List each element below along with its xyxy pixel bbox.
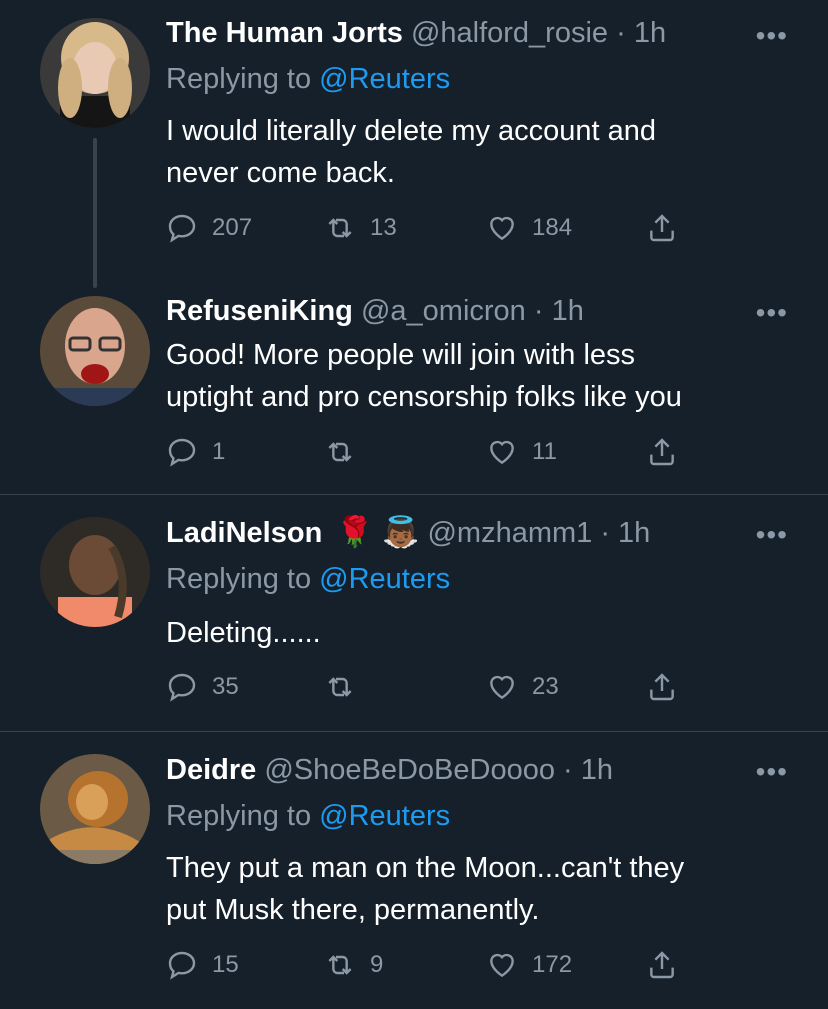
more-icon[interactable]: ••• bbox=[756, 299, 788, 327]
username[interactable]: @ShoeBeDoBeDoooo bbox=[264, 754, 555, 786]
like-count: 184 bbox=[532, 214, 573, 241]
more-icon[interactable]: ••• bbox=[756, 521, 788, 549]
username[interactable]: @halford_rosie bbox=[411, 17, 608, 49]
share-icon bbox=[650, 438, 674, 466]
timestamp[interactable]: · 1h bbox=[600, 517, 650, 549]
display-name[interactable]: RefuseniKing bbox=[166, 295, 353, 327]
retweet-count: 13 bbox=[370, 214, 397, 241]
tweet-header: LadiNelson 🌹 👼🏾 @mzhamm1 · 1h bbox=[166, 515, 650, 551]
reply-icon bbox=[168, 438, 196, 467]
more-icon[interactable]: ••• bbox=[756, 22, 788, 50]
tweet-actions: 207 13 184 bbox=[166, 210, 766, 246]
tweet-text-line: never come back. bbox=[166, 157, 395, 189]
reply-button[interactable]: 15 bbox=[166, 947, 239, 983]
replying-to-handle[interactable]: @Reuters bbox=[319, 563, 450, 595]
tweet-text-line: Deleting...... bbox=[166, 617, 321, 649]
retweet-icon bbox=[328, 955, 352, 975]
reply-count: 15 bbox=[212, 951, 239, 978]
reply-count: 207 bbox=[212, 214, 253, 241]
replying-to-label: Replying to bbox=[166, 563, 312, 595]
reply-count: 35 bbox=[212, 673, 239, 700]
avatar[interactable] bbox=[40, 18, 150, 128]
share-button[interactable] bbox=[646, 210, 692, 246]
like-icon bbox=[490, 216, 514, 241]
share-icon bbox=[650, 673, 674, 701]
retweet-button[interactable]: 13 bbox=[324, 210, 397, 246]
retweet-icon bbox=[328, 677, 352, 697]
timestamp[interactable]: · 1h bbox=[563, 754, 613, 786]
like-icon bbox=[490, 675, 514, 700]
tweet-actions: 1 11 bbox=[166, 434, 766, 470]
retweet-icon bbox=[328, 442, 352, 462]
like-icon bbox=[490, 440, 514, 465]
avatar[interactable] bbox=[40, 754, 150, 864]
tweet-actions: 35 23 bbox=[166, 669, 766, 705]
like-icon bbox=[490, 953, 514, 978]
tweet-text: They put a man on the Moon...can't they … bbox=[166, 847, 786, 931]
tweet-2[interactable]: RefuseniKing @a_omicron · 1h ••• Good! M… bbox=[0, 290, 828, 493]
like-button[interactable]: 11 bbox=[486, 434, 557, 470]
like-count: 23 bbox=[532, 673, 559, 700]
like-button[interactable]: 184 bbox=[486, 210, 572, 246]
tweet-3[interactable]: LadiNelson 🌹 👼🏾 @mzhamm1 · 1h ••• Replyi… bbox=[0, 495, 828, 730]
like-button[interactable]: 172 bbox=[486, 947, 572, 983]
tweet-4[interactable]: Deidre @ShoeBeDoBeDoooo · 1h ••• Replyin… bbox=[0, 732, 828, 1009]
retweet-button[interactable] bbox=[324, 434, 370, 470]
replying-to: Replying to @Reuters bbox=[166, 61, 450, 97]
replying-to: Replying to @Reuters bbox=[166, 798, 450, 834]
share-button[interactable] bbox=[646, 669, 692, 705]
tweet-actions: 15 9 172 bbox=[166, 947, 766, 983]
display-name[interactable]: LadiNelson bbox=[166, 517, 322, 549]
tweet-1[interactable]: The Human Jorts @halford_rosie · 1h ••• … bbox=[0, 0, 828, 300]
like-button[interactable]: 23 bbox=[486, 669, 559, 705]
timestamp[interactable]: · 1h bbox=[616, 17, 666, 49]
username[interactable]: @a_omicron bbox=[361, 295, 526, 327]
timestamp[interactable]: · 1h bbox=[534, 295, 584, 327]
reply-button[interactable]: 35 bbox=[166, 669, 239, 705]
like-count: 11 bbox=[532, 438, 557, 465]
tweet-header: RefuseniKing @a_omicron · 1h bbox=[166, 293, 584, 329]
replying-to: Replying to @Reuters bbox=[166, 561, 450, 597]
share-icon bbox=[650, 951, 674, 979]
like-count: 172 bbox=[532, 951, 573, 978]
share-icon bbox=[650, 214, 674, 242]
display-name[interactable]: The Human Jorts bbox=[166, 17, 403, 49]
replying-to-handle[interactable]: @Reuters bbox=[319, 63, 450, 95]
replying-to-label: Replying to bbox=[166, 63, 312, 95]
more-icon[interactable]: ••• bbox=[756, 758, 788, 786]
share-button[interactable] bbox=[646, 434, 692, 470]
tweet-text: I would literally delete my account and … bbox=[166, 110, 786, 194]
tweet-header: The Human Jorts @halford_rosie · 1h bbox=[166, 15, 666, 51]
retweet-button[interactable]: 9 bbox=[324, 947, 383, 983]
tweet-text-line: uptight and pro censorship folks like yo… bbox=[166, 381, 682, 413]
avatar[interactable] bbox=[40, 296, 150, 406]
thread-line bbox=[93, 138, 97, 288]
replying-to-label: Replying to bbox=[166, 800, 312, 832]
name-emoji: 🌹 👼🏾 bbox=[336, 516, 420, 549]
tweet-text: Deleting...... bbox=[166, 612, 786, 654]
reply-button[interactable]: 207 bbox=[166, 210, 252, 246]
display-name[interactable]: Deidre bbox=[166, 754, 256, 786]
tweet-text-line: I would literally delete my account and bbox=[166, 115, 657, 147]
reply-icon bbox=[168, 673, 196, 702]
replying-to-handle[interactable]: @Reuters bbox=[319, 800, 450, 832]
share-button[interactable] bbox=[646, 947, 692, 983]
reply-button[interactable]: 1 bbox=[166, 434, 225, 470]
username[interactable]: @mzhamm1 bbox=[427, 517, 592, 549]
reply-icon bbox=[168, 951, 196, 980]
tweet-text-line: They put a man on the Moon...can't they bbox=[166, 852, 685, 884]
retweet-count: 9 bbox=[370, 951, 384, 978]
tweet-text-line: Good! More people will join with less bbox=[166, 339, 636, 371]
retweet-icon bbox=[328, 218, 352, 238]
tweet-text-line: put Musk there, permanently. bbox=[166, 894, 540, 926]
reply-count: 1 bbox=[212, 438, 226, 465]
tweet-header: Deidre @ShoeBeDoBeDoooo · 1h bbox=[166, 752, 613, 788]
tweet-text: Good! More people will join with less up… bbox=[166, 334, 786, 418]
avatar[interactable] bbox=[40, 517, 150, 627]
reply-icon bbox=[168, 214, 196, 243]
retweet-button[interactable] bbox=[324, 669, 370, 705]
